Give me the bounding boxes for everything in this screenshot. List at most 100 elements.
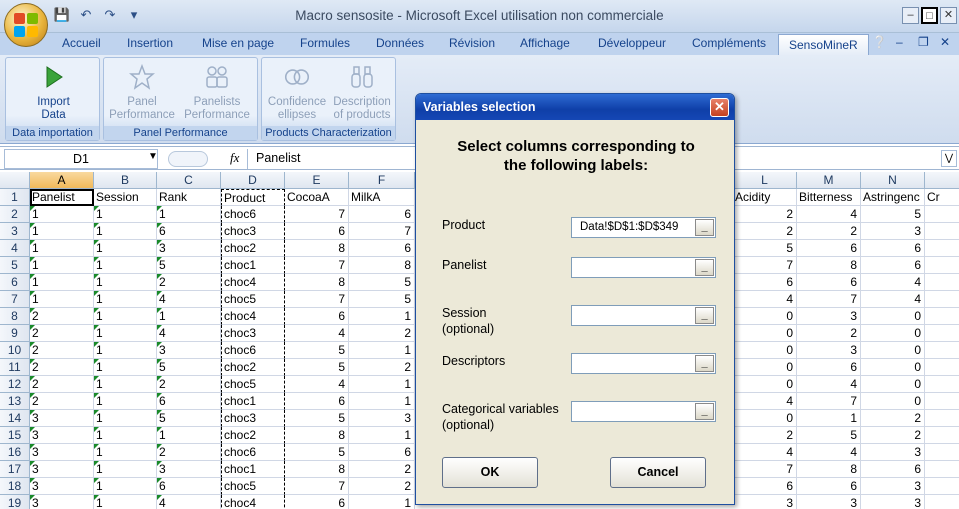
table-cell[interactable]: choc2 (221, 240, 285, 257)
table-cell[interactable]: 3 (30, 444, 94, 461)
table-cell[interactable]: 5 (349, 291, 415, 308)
table-cell[interactable]: 3 (157, 461, 221, 478)
table-cell[interactable]: 1 (94, 461, 157, 478)
row-header[interactable]: 16 (0, 444, 30, 461)
table-cell[interactable]: 1 (797, 410, 861, 427)
table-cell[interactable]: 6 (349, 444, 415, 461)
table-cell[interactable]: 2 (797, 325, 861, 342)
table-cell[interactable]: 1 (94, 291, 157, 308)
row-header[interactable]: 2 (0, 206, 30, 223)
table-cell[interactable]: 6 (349, 240, 415, 257)
table-cell[interactable]: choc5 (221, 478, 285, 495)
table-cell[interactable]: 1 (94, 257, 157, 274)
table-cell[interactable]: 3 (157, 240, 221, 257)
table-cell[interactable]: 2 (797, 223, 861, 240)
column-header-o[interactable] (925, 172, 959, 189)
row-header[interactable]: 5 (0, 257, 30, 274)
table-cell[interactable]: 1 (157, 427, 221, 444)
table-cell[interactable] (925, 495, 959, 509)
table-cell[interactable]: 2 (349, 359, 415, 376)
table-cell[interactable]: 6 (157, 478, 221, 495)
table-cell[interactable]: 8 (285, 461, 349, 478)
table-cell[interactable]: 1 (349, 427, 415, 444)
table-cell[interactable]: 1 (94, 444, 157, 461)
table-cell[interactable]: choc6 (221, 342, 285, 359)
table-cell[interactable]: 0 (861, 359, 925, 376)
table-cell[interactable]: choc2 (221, 427, 285, 444)
table-cell[interactable]: 6 (285, 495, 349, 509)
column-header-c[interactable]: C (157, 172, 221, 189)
table-cell[interactable]: choc5 (221, 291, 285, 308)
row-header[interactable]: 14 (0, 410, 30, 427)
table-cell[interactable]: 0 (861, 393, 925, 410)
table-cell[interactable]: 4 (861, 274, 925, 291)
table-cell[interactable]: 2 (30, 376, 94, 393)
header-cell-m[interactable]: Bitterness (797, 189, 861, 206)
ribbon-minimize-icon[interactable]: – (896, 35, 903, 49)
session-collapse-button[interactable]: _ (695, 307, 714, 324)
table-cell[interactable]: 6 (733, 478, 797, 495)
close-window-icon[interactable]: ✕ (940, 7, 957, 24)
row-header[interactable]: 6 (0, 274, 30, 291)
table-cell[interactable]: 1 (30, 206, 94, 223)
table-cell[interactable]: 2 (733, 223, 797, 240)
table-cell[interactable] (925, 376, 959, 393)
table-cell[interactable]: 1 (94, 478, 157, 495)
insert-function-icon[interactable]: fx (230, 150, 239, 166)
column-header-e[interactable]: E (285, 172, 349, 189)
table-cell[interactable]: 2 (349, 478, 415, 495)
table-cell[interactable]: choc6 (221, 206, 285, 223)
panelist-collapse-button[interactable]: _ (695, 259, 714, 276)
table-cell[interactable]: 6 (285, 308, 349, 325)
table-cell[interactable]: 2 (349, 325, 415, 342)
table-cell[interactable]: 5 (349, 274, 415, 291)
table-cell[interactable]: 7 (285, 291, 349, 308)
tab-formules[interactable]: Formules (300, 36, 350, 50)
table-cell[interactable]: 7 (349, 223, 415, 240)
table-cell[interactable]: 0 (733, 308, 797, 325)
row-header[interactable]: 7 (0, 291, 30, 308)
table-cell[interactable]: 5 (157, 257, 221, 274)
table-cell[interactable]: 7 (797, 393, 861, 410)
ribbon-restore-icon[interactable]: ❐ (918, 35, 929, 49)
table-cell[interactable]: 5 (157, 359, 221, 376)
table-cell[interactable]: 2 (861, 410, 925, 427)
cancel-button[interactable]: Cancel (610, 457, 706, 488)
table-cell[interactable]: 6 (157, 393, 221, 410)
table-cell[interactable]: 1 (94, 223, 157, 240)
table-cell[interactable]: choc4 (221, 274, 285, 291)
row-header[interactable]: 9 (0, 325, 30, 342)
panelist-ref-field[interactable]: _ (571, 257, 716, 278)
row-header[interactable]: 4 (0, 240, 30, 257)
table-cell[interactable]: 3 (861, 495, 925, 509)
table-cell[interactable] (925, 461, 959, 478)
table-cell[interactable]: 1 (30, 223, 94, 240)
table-cell[interactable]: 2 (157, 444, 221, 461)
table-cell[interactable]: 1 (349, 308, 415, 325)
table-cell[interactable]: choc1 (221, 393, 285, 410)
office-button[interactable] (4, 3, 48, 47)
formula-bar-handle[interactable] (168, 151, 208, 167)
descriptors-collapse-button[interactable]: _ (695, 355, 714, 372)
table-cell[interactable]: 1 (94, 495, 157, 509)
table-cell[interactable]: 1 (30, 240, 94, 257)
table-cell[interactable]: 6 (861, 240, 925, 257)
maximize-icon[interactable]: □ (921, 7, 938, 24)
table-cell[interactable]: 2 (30, 342, 94, 359)
table-cell[interactable]: 7 (285, 257, 349, 274)
table-cell[interactable]: 4 (733, 393, 797, 410)
table-cell[interactable]: 6 (797, 240, 861, 257)
table-cell[interactable]: 3 (349, 410, 415, 427)
table-cell[interactable]: 2 (157, 376, 221, 393)
table-cell[interactable] (925, 274, 959, 291)
table-cell[interactable]: choc4 (221, 308, 285, 325)
table-cell[interactable]: 1 (349, 495, 415, 509)
table-cell[interactable]: choc3 (221, 223, 285, 240)
table-cell[interactable] (925, 257, 959, 274)
table-cell[interactable]: 2 (30, 325, 94, 342)
table-cell[interactable]: 2 (30, 393, 94, 410)
table-cell[interactable]: 4 (157, 325, 221, 342)
table-cell[interactable]: 4 (861, 291, 925, 308)
table-cell[interactable]: 3 (861, 478, 925, 495)
row-header[interactable]: 11 (0, 359, 30, 376)
